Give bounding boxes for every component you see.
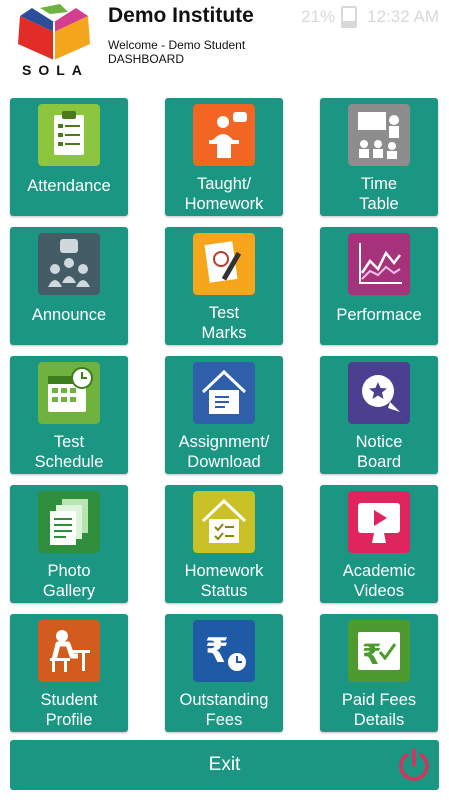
tile-label: Taught/ Homework [184,175,264,213]
tile-label: Academic Videos [342,562,416,600]
tile-label: Notice Board [355,433,403,471]
tile-label: Student Profile [40,691,98,729]
exit-button[interactable]: Exit [10,740,439,790]
tile-label: Photo Gallery [42,562,96,600]
classroom-board-icon [348,104,410,166]
tile-attendance[interactable]: Attendance [10,98,128,216]
rupee-check-icon: ₹ [348,620,410,682]
video-play-icon [348,491,410,553]
tile-notice-board[interactable]: Notice Board [320,356,438,474]
announce-people-icon [38,233,100,295]
clock-time: 12:32 AM [367,7,439,26]
tile-label: Announce [31,306,107,324]
battery-icon [341,6,358,28]
tile-time-table[interactable]: Time Table [320,98,438,216]
tile-label: Attendance [27,177,111,195]
house-document-icon [193,362,255,424]
battery-percent: 21% [301,7,336,26]
tile-label: Homework Status [184,562,264,600]
tile-performance[interactable]: Performace [320,227,438,345]
tile-test-schedule[interactable]: Test Schedule [10,356,128,474]
tile-label: Test Schedule [34,433,104,471]
logo-text: SOLA [22,62,89,78]
house-checklist-icon [193,491,255,553]
lecturer-podium-icon [193,104,255,166]
svg-text:₹: ₹ [205,631,229,671]
rupee-clock-icon: ₹ [193,620,255,682]
tile-label: Paid Fees Details [341,691,417,729]
student-desk-icon [38,620,100,682]
tile-label: Performace [336,306,422,324]
tile-label: Assignment/ Download [178,433,270,471]
tile-label: Test Marks [201,304,247,342]
tile-academic-videos[interactable]: Academic Videos [320,485,438,603]
section-title: DASHBOARD [108,52,185,66]
tile-taught-homework[interactable]: Taught/ Homework [165,98,283,216]
line-chart-icon [348,233,410,295]
power-icon[interactable] [395,746,433,784]
test-paper-icon [193,233,255,295]
exit-label: Exit [208,754,241,775]
tile-photo-gallery[interactable]: Photo Gallery [10,485,128,603]
attendance-clipboard-icon [38,104,100,166]
tile-label: Outstanding Fees [179,691,269,729]
calendar-clock-icon [38,362,100,424]
documents-icon [38,491,100,553]
tile-paid-fees-details[interactable]: ₹ Paid Fees Details [320,614,438,732]
tile-test-marks[interactable]: Test Marks [165,227,283,345]
notice-star-icon [348,362,410,424]
tile-assignment-download[interactable]: Assignment/ Download [165,356,283,474]
tile-homework-status[interactable]: Homework Status [165,485,283,603]
status-bar: 21% 12:32 AM [0,0,449,34]
welcome-text: Welcome - Demo Student [108,38,246,52]
svg-text:₹: ₹ [362,638,381,671]
tile-label: Time Table [359,175,399,213]
tile-announce[interactable]: Announce [10,227,128,345]
tile-outstanding-fees[interactable]: ₹ Outstanding Fees [165,614,283,732]
tile-student-profile[interactable]: Student Profile [10,614,128,732]
